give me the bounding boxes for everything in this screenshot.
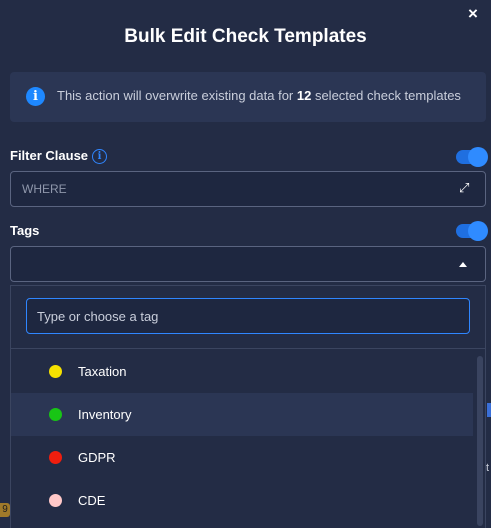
tag-color-dot (49, 451, 62, 464)
chevron-up-icon[interactable] (459, 262, 467, 267)
bulk-edit-modal: × Bulk Edit Check Templates i This actio… (0, 0, 491, 528)
filter-clause-placeholder: WHERE (22, 182, 67, 196)
toggle-knob (468, 147, 488, 167)
filter-clause-toggle[interactable] (456, 147, 488, 167)
tag-option-label: Taxation (78, 364, 127, 379)
tag-option-label: CDE (78, 493, 106, 508)
dropdown-scrollbar[interactable] (477, 356, 483, 526)
divider (11, 348, 485, 349)
tag-option-cde[interactable]: CDE (11, 479, 473, 522)
filter-clause-info-icon[interactable]: i (92, 149, 107, 164)
tag-search-input[interactable] (27, 299, 469, 333)
tags-dropdown: Taxation Inventory GDPR CDE (10, 285, 486, 528)
info-banner: i This action will overwrite existing da… (10, 72, 486, 122)
filter-clause-input[interactable]: WHERE ⤢ (10, 171, 486, 207)
tag-option-label: Inventory (78, 407, 132, 422)
tag-search-field[interactable] (26, 298, 470, 334)
filter-clause-label: Filter Clause (10, 148, 89, 163)
modal-title: Bulk Edit Check Templates (124, 26, 367, 47)
tag-option-label: GDPR (78, 450, 116, 465)
background-edge-element (487, 403, 491, 417)
info-text-before: This action will overwrite existing data… (57, 88, 297, 103)
info-text-after: selected check templates (311, 88, 461, 103)
tag-option-taxation[interactable]: Taxation (11, 350, 473, 393)
background-edge-text: t (486, 462, 490, 474)
tags-label: Tags (10, 223, 40, 238)
close-icon[interactable]: × (463, 4, 483, 24)
tag-color-dot (49, 494, 62, 507)
expand-icon[interactable]: ⤢ (459, 181, 473, 195)
tag-color-dot (49, 365, 62, 378)
tag-color-dot (49, 408, 62, 421)
toggle-knob (468, 221, 488, 241)
background-badge: 9 (0, 503, 10, 517)
info-banner-text: This action will overwrite existing data… (57, 88, 461, 103)
tag-option-gdpr[interactable]: GDPR (11, 436, 473, 479)
info-icon: i (26, 87, 45, 106)
tags-toggle[interactable] (456, 221, 488, 241)
selected-count: 12 (296, 88, 312, 103)
tag-option-inventory[interactable]: Inventory (11, 393, 473, 436)
tags-select[interactable] (10, 246, 486, 282)
